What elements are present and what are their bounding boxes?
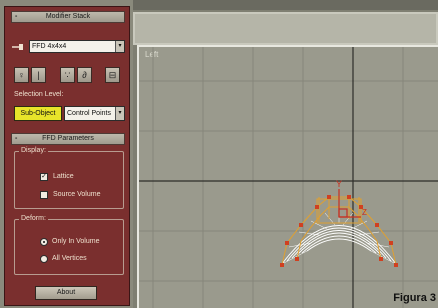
all-vertices-label: All Vertices (52, 255, 87, 262)
pin-stack-icon[interactable] (11, 40, 25, 54)
display-group-label: Display: (19, 147, 48, 154)
active-inactive-toggle-button[interactable]: | (31, 67, 46, 83)
y-axis-label: Y (336, 179, 342, 189)
viewport-top-bar (133, 0, 438, 10)
viewport-area: Left Y Z Figura 3 (133, 0, 438, 308)
mesh-wires (281, 210, 397, 265)
left-viewport[interactable]: Left Y Z Figura 3 (137, 45, 438, 308)
modifier-stack-title: Modifier Stack (45, 13, 91, 20)
subobject-toggle-button[interactable]: Sub-Object (14, 106, 62, 121)
collapse-icon: - (15, 135, 18, 142)
configure-sets-icon: ⊟ (108, 70, 117, 80)
transform-gizmo (338, 189, 361, 218)
figure-caption: Figura 3 (393, 292, 436, 304)
grid-lines (139, 47, 438, 308)
grid-axes (139, 47, 438, 308)
chevron-down-icon: ▾ (115, 41, 124, 52)
pin-glyph (12, 44, 23, 50)
show-end-result-icon: ♀ (18, 70, 25, 80)
ffd-parameters-title: FFD Parameters (42, 135, 94, 142)
modifier-list-dropdown[interactable]: FFD 4x4x4 ▾ (29, 40, 125, 53)
make-unique-icon: ∵ (64, 70, 71, 80)
source-volume-label: Source Volume (53, 191, 101, 198)
remove-modifier-button[interactable]: ∂ (77, 67, 92, 83)
lattice-checkbox[interactable]: ✓ (40, 173, 48, 181)
make-unique-button[interactable]: ∵ (60, 67, 75, 83)
configure-sets-button[interactable]: ⊟ (105, 67, 120, 83)
viewport-canvas: Y Z (139, 47, 438, 308)
lattice-label: Lattice (53, 173, 74, 180)
about-button-label: About (56, 289, 76, 296)
source-volume-checkbox[interactable] (40, 191, 48, 199)
subobject-level-dropdown[interactable]: Control Points ▾ (64, 106, 125, 121)
chevron-down-icon: ▾ (115, 107, 124, 120)
subobject-button-label: Sub-Object (20, 110, 56, 117)
z-axis-label: Z (362, 208, 367, 217)
ffd-parameters-rollout-header[interactable]: - FFD Parameters (11, 133, 125, 145)
deform-group-label: Deform: (19, 215, 48, 222)
collapse-icon: - (15, 13, 18, 20)
about-button[interactable]: About (35, 286, 97, 300)
adjacent-viewport-body (135, 14, 436, 43)
modifier-dropdown-value: FFD 4x4x4 (32, 43, 67, 50)
selection-level-label: Selection Level: (14, 91, 64, 98)
deform-group: Deform: (14, 215, 124, 275)
adjacent-viewport[interactable] (133, 12, 438, 45)
modifier-stack-rollout-header[interactable]: - Modifier Stack (11, 11, 125, 23)
only-in-volume-label: Only In Volume (52, 238, 100, 245)
display-group: Display: (14, 147, 124, 209)
checkmark-icon: ✓ (41, 173, 47, 180)
only-in-volume-radio[interactable] (40, 238, 48, 246)
modify-command-panel: - Modifier Stack FFD 4x4x4 ▾ ♀ | ∵ ∂ ⊟ S… (4, 6, 130, 306)
all-vertices-radio[interactable] (40, 255, 48, 263)
subobject-dropdown-value: Control Points (67, 110, 111, 117)
remove-modifier-icon: ∂ (82, 70, 87, 80)
show-end-result-button[interactable]: ♀ (14, 67, 29, 83)
bar-icon: | (37, 70, 40, 80)
